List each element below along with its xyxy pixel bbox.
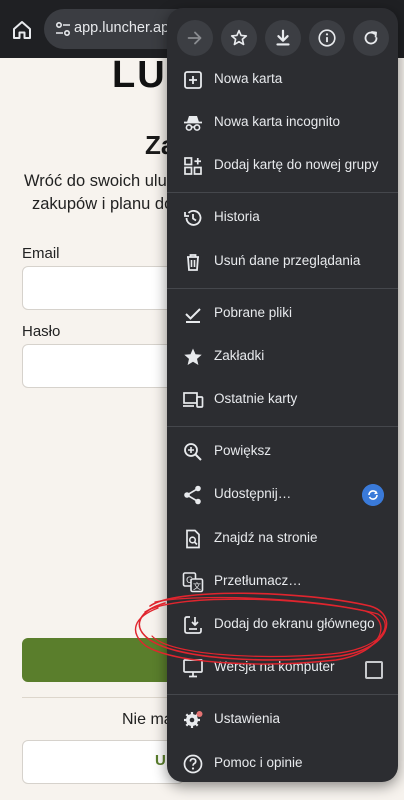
trash-icon [187, 254, 199, 271]
home-icon[interactable] [10, 18, 34, 42]
desktop-site-checkbox[interactable] [365, 661, 383, 679]
email-field[interactable] [22, 266, 184, 310]
help-icon [183, 754, 203, 774]
forward-icon [187, 31, 202, 45]
new-tab-icon [184, 71, 202, 89]
page-info-button[interactable] [309, 20, 345, 56]
menu-item-label: Pomoc i opinie [214, 755, 303, 770]
incognito-icon [184, 116, 202, 131]
settings-icon [184, 711, 203, 728]
subtitle-line-2: zakupów i planu dop [32, 195, 183, 213]
devices-icon [183, 392, 204, 408]
divider [22, 697, 182, 698]
password-field[interactable] [22, 344, 184, 388]
no-account-text: Nie ma [122, 711, 173, 728]
reload-icon [364, 31, 378, 45]
menu-separator [167, 288, 398, 289]
menu-separator [167, 694, 398, 695]
menu-item-label: Historia [214, 209, 260, 224]
bookmark-star-icon [230, 29, 248, 46]
history-icon [184, 210, 202, 226]
menu-separator [167, 426, 398, 427]
menu-item-label: Przetłumacz… [214, 573, 302, 588]
menu-item-label: Nowa karta incognito [214, 114, 341, 129]
register-button-label: U [155, 752, 166, 769]
menu-item-add-to-home-screen[interactable]: Dodaj do ekranu głównego [167, 605, 398, 645]
email-label: Email [22, 245, 60, 262]
menu-item-label: Ustawienia [214, 711, 281, 726]
translate-icon: G 文 [182, 572, 204, 593]
download-page-button[interactable] [265, 20, 301, 56]
menu-item-label: Usuń dane przeglądania [214, 253, 361, 268]
menu-item-find-in-page[interactable]: Znajdź na stronie [167, 519, 398, 559]
desktop-icon [183, 659, 203, 678]
menu-item-add-tab-group[interactable]: Dodaj kartę do nowej grupy [167, 146, 398, 186]
menu-item-help[interactable]: Pomoc i opinie [167, 744, 398, 782]
svg-text:文: 文 [193, 581, 201, 591]
menu-item-share[interactable]: Udostępnij… [167, 475, 398, 515]
menu-item-label: Dodaj do ekranu głównego [214, 616, 375, 631]
menu-item-desktop-site[interactable]: Wersja na komputer [167, 648, 398, 688]
menu-item-clear-browsing-data[interactable]: Usuń dane przeglądania [167, 242, 398, 282]
bookmarks-star-icon [184, 348, 202, 365]
menu-item-zoom[interactable]: Powiększ [167, 432, 398, 472]
menu-item-label: Nowa karta [214, 71, 283, 86]
browser-menu: Nowa karta Nowa karta incognito Dodaj ka… [167, 8, 398, 782]
subtitle-line-1: Wróć do swoich ulub [24, 172, 176, 190]
menu-item-bookmarks[interactable]: Zakładki [167, 337, 398, 377]
menu-item-history[interactable]: Historia [167, 198, 398, 238]
info-icon [318, 29, 336, 47]
zoom-icon [184, 443, 202, 461]
menu-separator [167, 192, 398, 193]
menu-item-incognito[interactable]: Nowa karta incognito [167, 103, 398, 143]
menu-item-label: Pobrane pliki [214, 305, 293, 320]
menu-item-label: Dodaj kartę do nowej grupy [214, 157, 379, 172]
forward-button[interactable] [177, 20, 213, 56]
menu-item-recent-tabs[interactable]: Ostatnie karty [167, 380, 398, 420]
share-icon [184, 485, 201, 505]
menu-item-label: Powiększ [214, 443, 272, 458]
password-label: Hasło [22, 323, 61, 340]
find-in-page-icon [186, 529, 200, 549]
menu-item-downloads[interactable]: Pobrane pliki [167, 294, 398, 334]
add-to-home-icon [184, 616, 202, 634]
site-settings-icon[interactable] [54, 20, 72, 38]
page-subtitle: Wróć do swoich ulub zakupów i planu dop [22, 170, 183, 216]
menu-item-translate[interactable]: G 文 Przetłumacz… [167, 562, 398, 602]
downloads-icon [185, 308, 201, 323]
menu-item-label: Wersja na komputer [214, 659, 335, 674]
menu-item-new-tab[interactable]: Nowa karta [167, 60, 398, 100]
reload-button[interactable] [353, 20, 389, 56]
menu-item-label: Znajdź na stronie [214, 530, 318, 545]
menu-item-label: Ostatnie karty [214, 391, 298, 406]
login-button[interactable] [22, 638, 182, 682]
share-target-badge-icon[interactable] [362, 484, 384, 506]
download-icon [276, 29, 290, 46]
menu-item-label: Udostępnij… [214, 486, 292, 501]
menu-item-settings[interactable]: Ustawienia [167, 700, 398, 740]
bookmark-button[interactable] [221, 20, 257, 56]
register-button[interactable]: U [22, 740, 184, 784]
tab-group-icon [184, 157, 202, 175]
menu-item-label: Zakładki [214, 348, 265, 363]
